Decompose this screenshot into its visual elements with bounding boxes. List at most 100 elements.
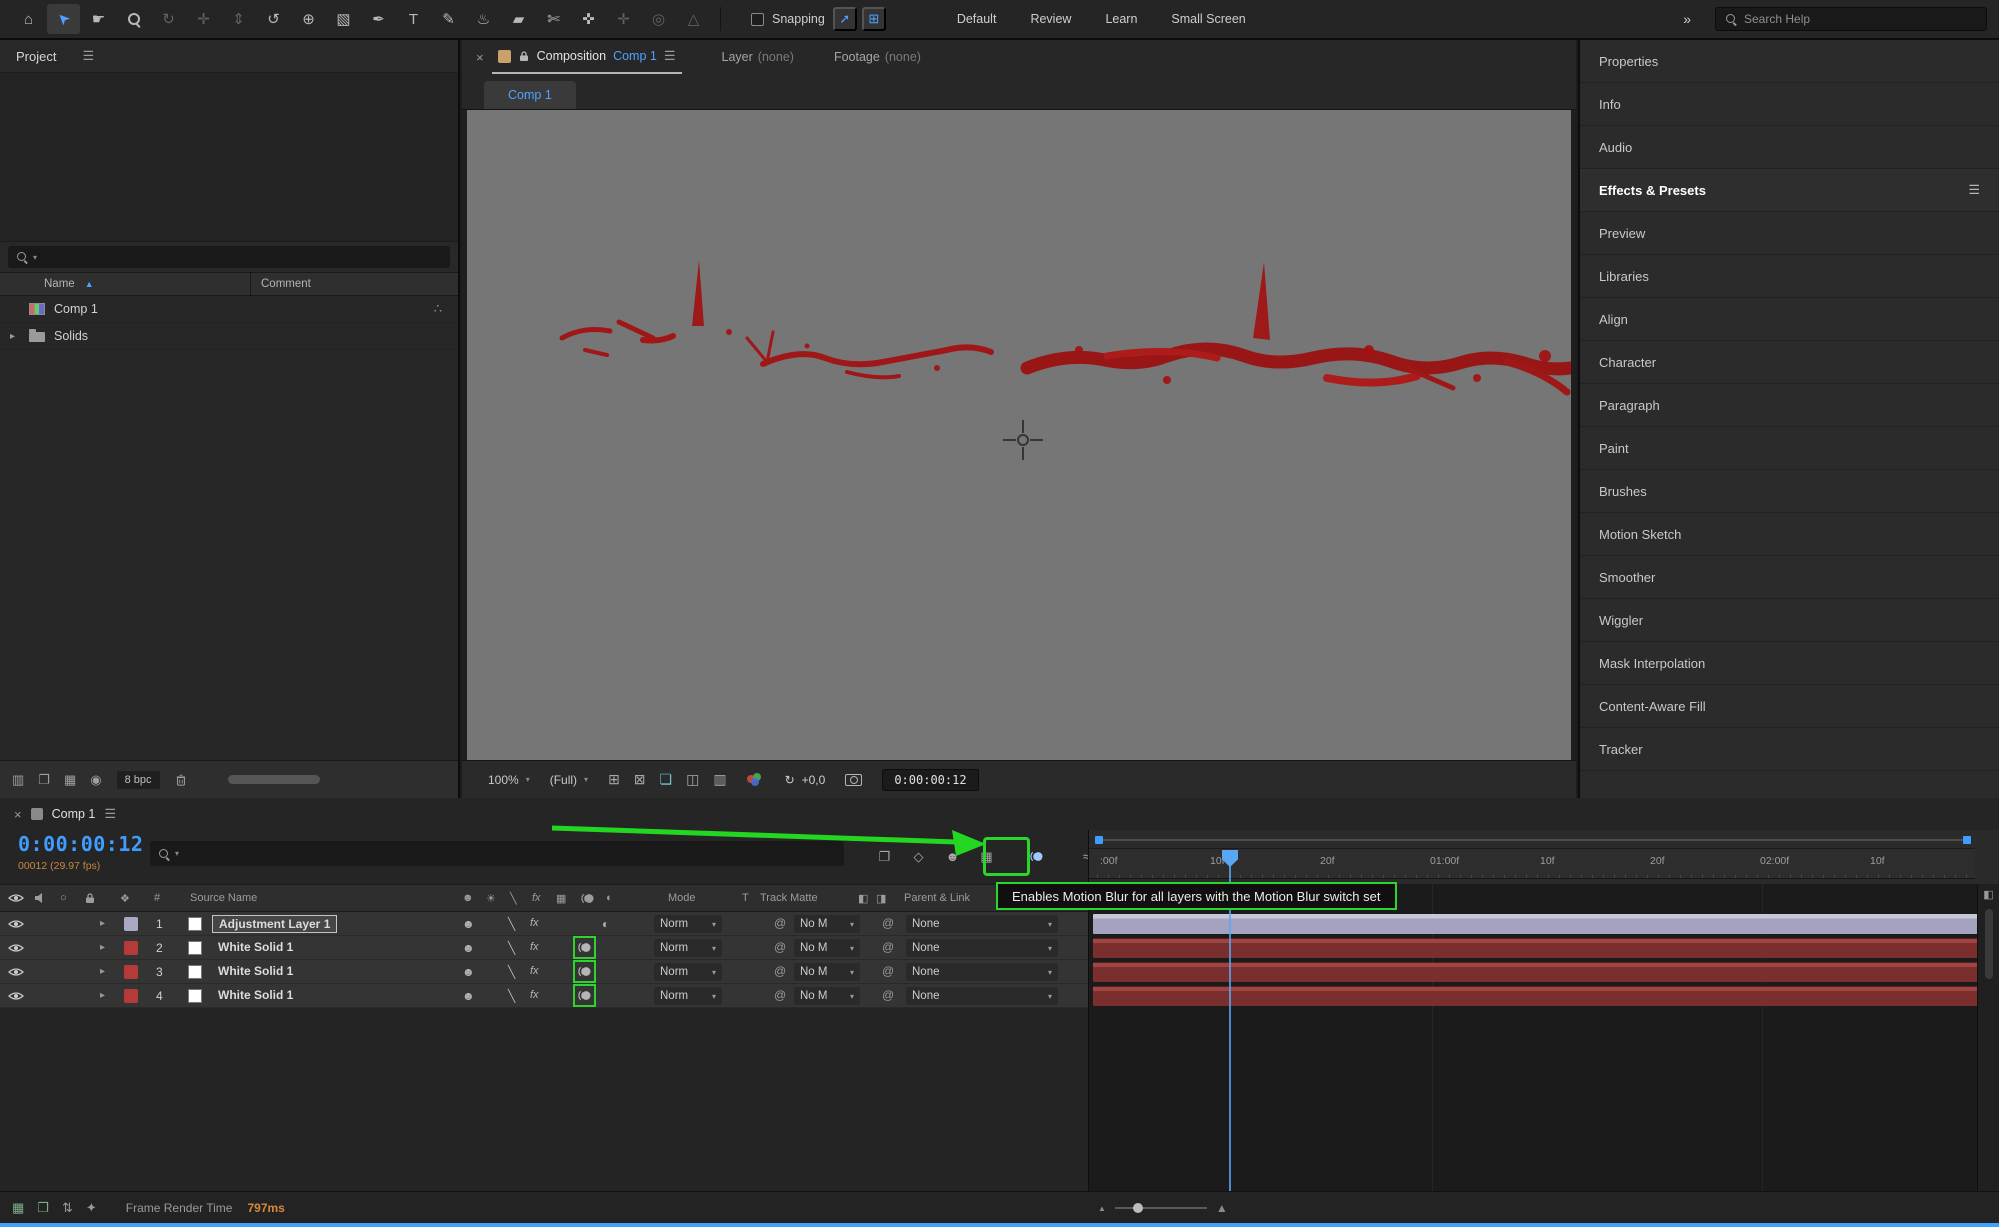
tool-button[interactable]: ▰ [502,4,535,34]
close-icon[interactable]: × [476,50,484,65]
tool-button[interactable]: ✛ [607,4,640,34]
shy-column-icon[interactable]: ☻ [462,885,474,911]
project-item-row[interactable]: ▸ Comp 1 ∴ [0,296,458,323]
snapping-checkbox[interactable] [751,13,764,26]
track-matte-pickwhip[interactable]: @ [774,940,786,954]
track-matte-dropdown[interactable]: No M▾ [794,963,860,981]
layer-expand-arrow[interactable]: ▸ [100,918,105,929]
column-header-name[interactable]: Name ▲ [0,278,250,290]
zoom-out-icon[interactable]: ▲ [1098,1204,1106,1213]
zoom-slider[interactable] [1115,1207,1207,1209]
eye-icon[interactable] [8,885,24,911]
layer-row[interactable]: ▸ 1 Adjustment Layer 1 ☻ ╲ fx ◐ Norm▾ @ … [0,912,1088,936]
snapshot-camera-icon[interactable] [845,774,862,786]
tool-button[interactable]: ✒ [362,4,395,34]
layer-expand-arrow[interactable]: ▸ [100,942,105,953]
magnification-dropdown[interactable]: 100%▾ [488,773,530,787]
viewer-option-icon[interactable]: ⊞ [608,771,620,788]
layer-visibility-toggle[interactable] [8,967,24,977]
shy-switch[interactable]: ☻ [462,917,475,931]
panel-menu-icon[interactable]: ☰ [1968,182,1980,198]
project-footer-icon[interactable]: ◉ [90,772,101,788]
tool-button[interactable] [117,4,150,34]
zoom-in-icon[interactable]: ▲ [1216,1201,1228,1215]
effects-switch[interactable]: fx [530,917,539,929]
timeline-footer-icon[interactable]: ⇅ [62,1200,73,1216]
quality-switch[interactable]: ╲ [508,965,515,979]
number-column-header[interactable]: # [154,885,160,911]
effects-switch[interactable]: fx [530,941,539,953]
source-name-column-header[interactable]: Source Name [190,885,257,911]
track-matte-pickwhip[interactable]: @ [774,988,786,1002]
layer-duration-bar[interactable] [1093,962,1993,982]
snap-option-icon[interactable]: ⊞ [862,7,886,31]
layer-duration-bar[interactable] [1093,938,1993,958]
tab-composition[interactable]: Composition Comp 1 ☰ [492,40,682,74]
viewer-option-icon[interactable]: ❏ [660,771,673,788]
project-footer-icon[interactable]: ▦ [64,772,76,788]
viewer-comp-tab[interactable]: Comp 1 [484,81,576,109]
quality-switch[interactable]: ╲ [508,917,515,931]
viewer-option-icon[interactable]: ◫ [686,771,699,788]
effects-switch[interactable]: fx [530,965,539,977]
layer-visibility-toggle[interactable] [8,919,24,929]
horizontal-scrollbar[interactable] [228,775,320,784]
panel-tab[interactable]: Properties ☰ [1580,40,1999,83]
motion-blur-switch[interactable] [577,988,592,1003]
layer-name[interactable]: White Solid 1 [212,939,299,955]
lock-icon[interactable] [84,885,96,911]
panel-tab[interactable]: Align ☰ [1580,298,1999,341]
audio-icon[interactable] [34,885,46,911]
quality-switch[interactable]: ╲ [508,989,515,1003]
shy-switch[interactable]: ☻ [462,965,475,979]
column-header-comment[interactable]: Comment [250,273,458,295]
workspace-overflow-chevron[interactable]: » [1683,11,1691,27]
track-area[interactable] [1089,884,1999,1191]
layer-duration-bar[interactable] [1093,914,1993,934]
layer-name[interactable]: White Solid 1 [212,987,299,1003]
shy-switch[interactable]: ☻ [462,941,475,955]
project-item-row[interactable]: ▸ Solids ∴ [0,323,458,350]
time-ruler[interactable]: :00f10f20f01:00f10f20f02:00f10f [1089,848,1975,879]
matte-toggle-icon[interactable]: ◨ [876,885,886,911]
channel-colors-icon[interactable] [747,773,765,786]
tool-button[interactable]: ✄ [537,4,570,34]
current-time-display[interactable]: 0:00:00:12 [18,832,143,856]
panel-tab[interactable]: Mask Interpolation ☰ [1580,642,1999,685]
enable-motion-blur-button[interactable] [1024,844,1049,869]
tool-button[interactable]: ✜ [572,4,605,34]
preview-time-display[interactable]: 0:00:00:12 [882,769,978,791]
layer-name[interactable]: Adjustment Layer 1 [212,915,337,933]
tool-button[interactable]: ➤ [47,4,80,34]
vertical-scrollbar[interactable] [1985,909,1993,979]
panel-menu-icon[interactable]: ☰ [664,48,676,64]
layer-row[interactable]: ▸ 4 White Solid 1 ☻ ╲ fx ◐ Norm▾ @ No M▾… [0,984,1088,1008]
quality-switch[interactable]: ╲ [508,941,515,955]
parent-dropdown[interactable]: None▾ [906,987,1058,1005]
resolution-dropdown[interactable]: (Full)▾ [550,773,588,787]
blend-mode-dropdown[interactable]: Norm▾ [654,987,722,1005]
workspace-tab[interactable]: Review [1016,6,1085,32]
layer-visibility-toggle[interactable] [8,991,24,1001]
tool-button[interactable]: ⌂ [12,4,45,34]
tab-footage[interactable]: Footage (none) [834,50,921,64]
exposure-control[interactable]: ↻ +0,0 [785,773,826,787]
close-icon[interactable]: × [14,807,22,822]
parent-dropdown[interactable]: None▾ [906,939,1058,957]
quality-column-icon[interactable]: ╲ [510,885,517,911]
viewer-option-icon[interactable]: ▥ [713,771,726,788]
tool-button[interactable]: T [397,4,430,34]
panel-tab[interactable]: Wiggler ☰ [1580,599,1999,642]
tool-button[interactable]: ◎ [642,4,675,34]
panel-tab[interactable]: Smoother ☰ [1580,556,1999,599]
zoom-slider-knob[interactable] [1133,1203,1143,1213]
layer-expand-arrow[interactable]: ▸ [100,990,105,1001]
panel-tab[interactable]: Brushes ☰ [1580,470,1999,513]
project-search-input[interactable] [42,250,442,264]
track-matte-pickwhip[interactable]: @ [774,916,786,930]
track-matte-dropdown[interactable]: No M▾ [794,987,860,1005]
parent-dropdown[interactable]: None▾ [906,915,1058,933]
expand-arrow-icon[interactable]: ▸ [10,331,20,342]
parent-pickwhip[interactable]: @ [882,916,894,930]
blend-mode-dropdown[interactable]: Norm▾ [654,939,722,957]
